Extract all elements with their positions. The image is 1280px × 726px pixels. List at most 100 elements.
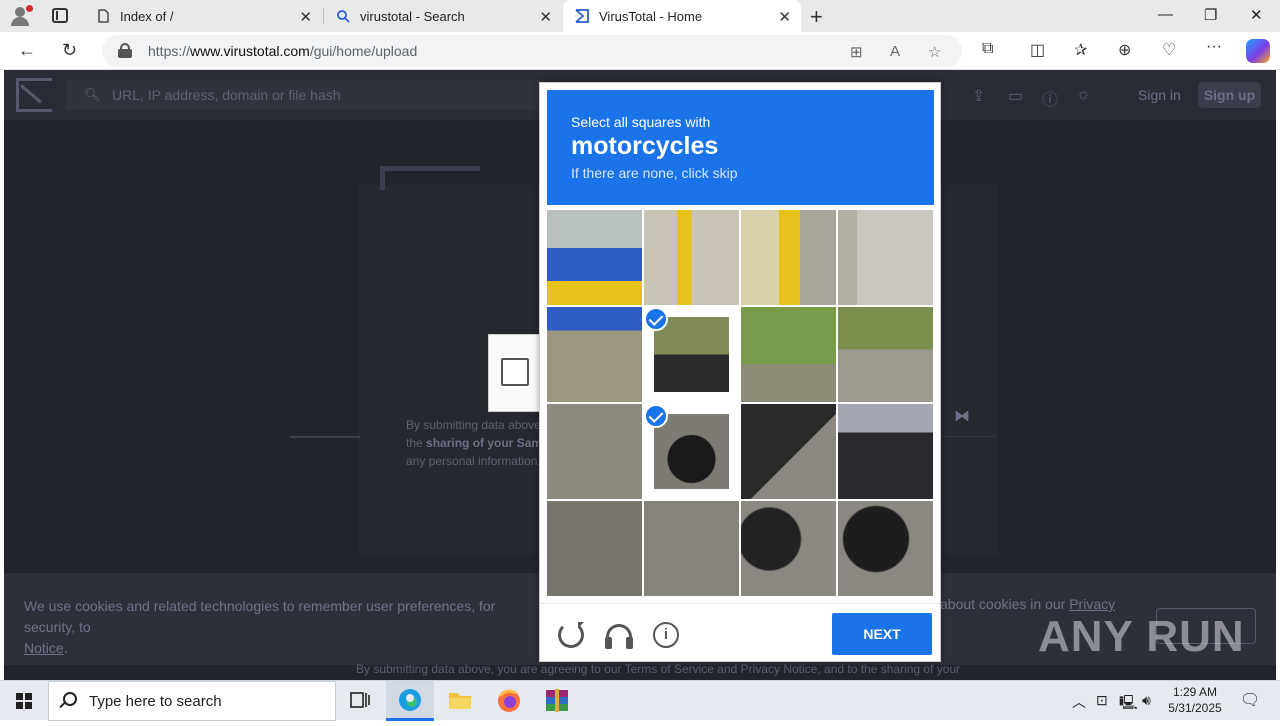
sign-in-link[interactable]: Sign in xyxy=(1138,87,1181,103)
audio-challenge-icon[interactable] xyxy=(605,624,633,649)
profile-avatar-icon[interactable] xyxy=(8,4,34,28)
captcha-skip-hint: If there are none, click skip xyxy=(571,165,738,181)
anyrun-watermark: ANY RUN xyxy=(1038,612,1245,661)
captcha-tile[interactable] xyxy=(741,307,836,402)
captcha-tile[interactable] xyxy=(644,210,739,305)
captcha-tile[interactable] xyxy=(838,307,933,402)
read-aloud-icon[interactable]: A xyxy=(890,43,900,60)
show-hidden-icons-icon[interactable]: ︿ xyxy=(1072,692,1086,712)
extensions-icon[interactable]: ⧉ xyxy=(982,40,993,58)
captcha-tile[interactable] xyxy=(644,501,739,596)
tab-strip: Index of / ✕ virustotal - Search ✕ Virus… xyxy=(0,0,1280,32)
captcha-footer: i NEXT xyxy=(540,603,940,661)
refresh-icon[interactable]: ↻ xyxy=(62,40,77,61)
taskbar: Type here to search ︿ ⊡ 🖳︎ 🔊︎ 1:29 AM 5/… xyxy=(0,680,1280,721)
captcha-checkbox-widget xyxy=(488,334,540,412)
close-icon[interactable]: ✕ xyxy=(778,8,791,26)
cookie-text: We use cookies and related technologies … xyxy=(24,598,496,656)
browser-essentials-icon[interactable]: ♡ xyxy=(1162,40,1176,60)
file-explorer-icon[interactable] xyxy=(436,681,484,721)
search-icon xyxy=(337,10,350,23)
taskbar-search-placeholder: Type here to search xyxy=(89,693,222,710)
captcha-challenge: Select all squares with motorcycles If t… xyxy=(539,82,941,662)
tab-title: Index of / xyxy=(120,9,174,24)
captcha-tile[interactable] xyxy=(741,404,836,499)
taskbar-search-box[interactable]: Type here to search xyxy=(48,681,336,721)
notifications-icon[interactable]: 🗨︎ xyxy=(1240,690,1260,710)
favorites-icon[interactable]: ✰ xyxy=(1074,40,1087,60)
captcha-tile[interactable] xyxy=(547,501,642,596)
vt-search-input[interactable]: 🔍︎ URL, IP address, domain or file hash xyxy=(66,80,546,110)
info-icon[interactable]: i xyxy=(653,622,679,648)
virustotal-big-logo-icon xyxy=(380,166,480,190)
close-icon[interactable]: ✕ xyxy=(539,8,552,26)
windows-start-icon[interactable] xyxy=(16,693,32,709)
page-icon xyxy=(98,9,109,23)
close-icon[interactable]: ✕ xyxy=(299,8,312,26)
divider xyxy=(940,436,996,437)
navigation-bar: ← ↻ https://www.virustotal.com/gui/home/… xyxy=(0,32,1280,70)
tab-actions-icon[interactable] xyxy=(52,8,68,23)
privacy-notice-link[interactable]: Notice xyxy=(24,640,64,656)
captcha-tile[interactable] xyxy=(644,404,739,499)
restore-icon[interactable]: ❐ xyxy=(1204,6,1217,24)
network-icon[interactable]: 🖳︎ xyxy=(1119,692,1138,716)
captcha-tile[interactable] xyxy=(838,210,933,305)
captcha-tile[interactable] xyxy=(741,501,836,596)
captcha-instruction: Select all squares with xyxy=(571,114,711,130)
tab-virustotal-home[interactable]: VirusTotal - Home ✕ xyxy=(563,0,801,32)
tab-title: VirusTotal - Home xyxy=(599,9,703,24)
tab-virustotal-search[interactable]: virustotal - Search ✕ xyxy=(324,0,562,32)
help-icon[interactable]: ⓘ xyxy=(1042,86,1058,110)
url-text[interactable]: https://www.virustotal.com/gui/home/uplo… xyxy=(148,43,417,59)
sign-up-button[interactable]: Sign up xyxy=(1198,82,1261,108)
favorite-star-icon[interactable]: ☆ xyxy=(928,43,941,61)
next-button[interactable]: NEXT xyxy=(832,613,932,655)
submit-disclaimer: By submitting data above, the sharing of… xyxy=(406,418,553,468)
split-screen-icon[interactable]: ◫ xyxy=(1030,40,1045,60)
volume-icon[interactable]: 🔊︎ xyxy=(1142,692,1151,709)
captcha-tile[interactable] xyxy=(644,307,739,402)
checkmark-icon xyxy=(644,404,668,428)
window-close-icon[interactable]: ✕ xyxy=(1250,6,1263,24)
lock-icon[interactable] xyxy=(118,43,132,58)
reload-icon[interactable] xyxy=(558,622,584,648)
privacy-link[interactable]: Privacy xyxy=(1069,596,1115,612)
security-icon[interactable]: ⊡ xyxy=(1096,692,1108,709)
tab-index-of[interactable]: Index of / ✕ xyxy=(84,0,322,32)
bottom-terms-text: By submitting data above, you are agreei… xyxy=(356,662,961,676)
apps-icon[interactable]: ⊞ xyxy=(850,43,863,61)
winrar-icon[interactable] xyxy=(534,681,582,721)
cookie-text-right: about cookies in our Privacy xyxy=(940,596,1116,612)
minimize-icon[interactable]: — xyxy=(1158,6,1173,23)
captcha-tile[interactable] xyxy=(547,210,642,305)
tab-title: virustotal - Search xyxy=(360,9,465,24)
theme-icon[interactable]: ☼ xyxy=(1076,86,1091,104)
fingerprint-icon[interactable]: ⧓ xyxy=(954,406,970,426)
new-tab-icon[interactable]: + xyxy=(810,4,823,30)
search-placeholder: URL, IP address, domain or file hash xyxy=(112,87,341,103)
virustotal-logo-icon[interactable] xyxy=(16,78,52,112)
captcha-tile[interactable] xyxy=(838,501,933,596)
checkmark-icon xyxy=(644,307,668,331)
captcha-checkbox[interactable] xyxy=(501,358,529,386)
virustotal-icon xyxy=(575,9,589,23)
copilot-icon[interactable] xyxy=(1246,39,1270,63)
captcha-image-grid xyxy=(547,210,934,597)
captcha-tile[interactable] xyxy=(838,404,933,499)
collections-icon[interactable]: ⊕ xyxy=(1118,40,1131,60)
captcha-tile[interactable] xyxy=(547,307,642,402)
edge-browser-icon[interactable] xyxy=(386,681,434,721)
search-icon: 🔍︎ xyxy=(84,87,101,102)
upload-icon[interactable]: ⇪ xyxy=(972,86,985,106)
back-icon[interactable]: ← xyxy=(18,40,36,61)
task-view-icon[interactable] xyxy=(336,681,384,721)
notifications-icon[interactable]: ▭ xyxy=(1008,86,1023,106)
captcha-tile[interactable] xyxy=(741,210,836,305)
captcha-tile[interactable] xyxy=(547,404,642,499)
captcha-instructions: Select all squares with motorcycles If t… xyxy=(547,90,934,205)
system-clock[interactable]: 1:29 AM 5/31/2025 xyxy=(1160,684,1230,716)
firefox-icon[interactable] xyxy=(486,681,534,721)
more-options-icon[interactable]: ··· xyxy=(1206,38,1222,56)
address-bar[interactable]: https://www.virustotal.com/gui/home/uplo… xyxy=(102,35,962,67)
